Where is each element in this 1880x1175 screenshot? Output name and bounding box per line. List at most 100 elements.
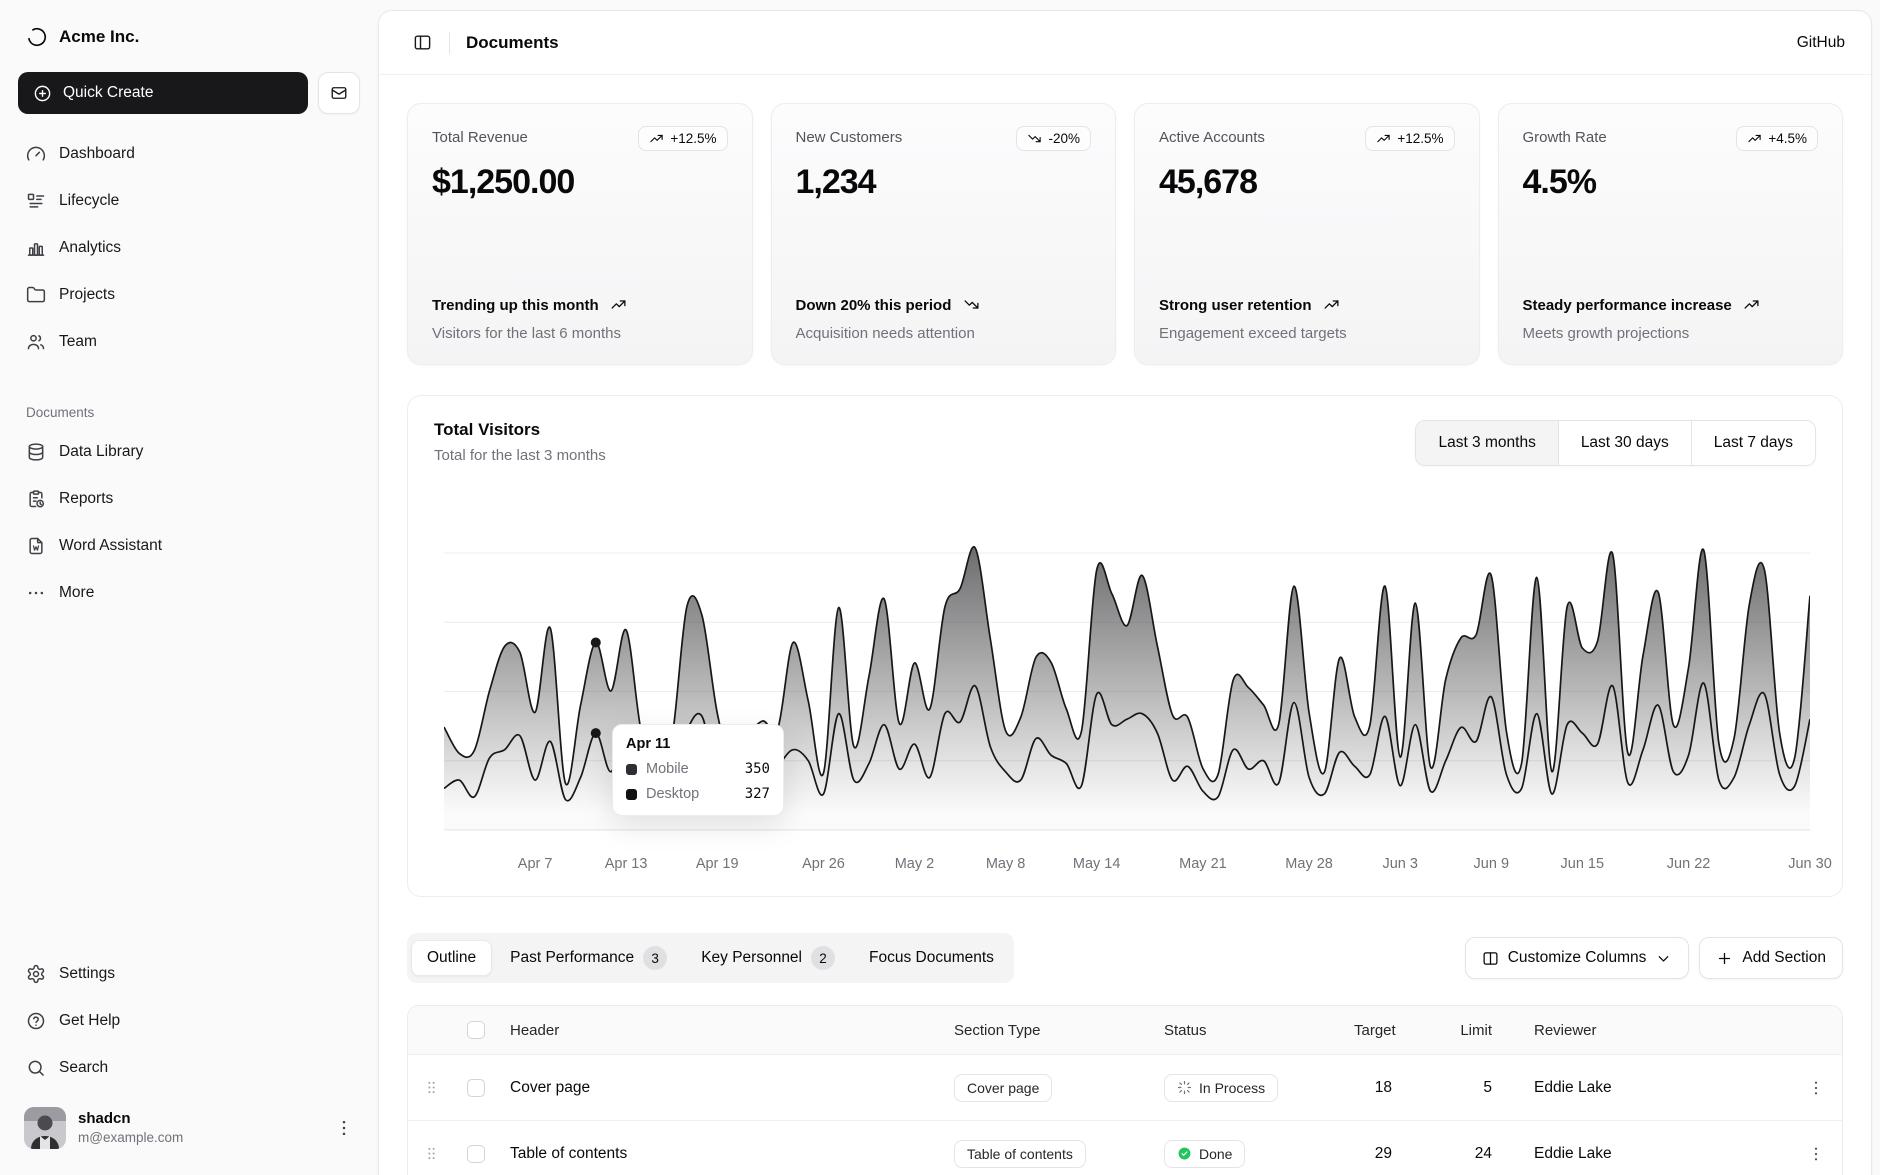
search-icon: [26, 1058, 46, 1078]
column-header[interactable]: Limit: [1422, 1022, 1522, 1039]
stat-card-growth-rate: Growth Rate+4.5%4.5%Steady performance i…: [1498, 103, 1844, 365]
sidebar-item-projects[interactable]: Projects: [16, 271, 362, 318]
row-reviewer[interactable]: Eddie Lake: [1522, 1079, 1790, 1097]
inbox-button[interactable]: [318, 72, 360, 114]
x-axis-tick: Jun 9: [1474, 856, 1509, 872]
row-menu-icon[interactable]: [1790, 1079, 1842, 1097]
sidebar-item-reports[interactable]: Reports: [16, 475, 362, 522]
chevron-down-icon: [1655, 950, 1672, 967]
x-axis-tick: Apr 7: [518, 856, 553, 872]
tabs-row: OutlinePast Performance3Key Personnel2Fo…: [407, 933, 1843, 983]
row-header[interactable]: Table of contents: [498, 1145, 942, 1163]
trend-down-icon: [1027, 131, 1042, 146]
select-all-checkbox[interactable]: [467, 1021, 485, 1039]
row-target[interactable]: 18: [1342, 1079, 1422, 1097]
add-section-button[interactable]: Add Section: [1699, 937, 1843, 979]
sidebar-item-analytics[interactable]: Analytics: [16, 224, 362, 271]
user-options-icon[interactable]: [334, 1118, 354, 1138]
tab-outline[interactable]: Outline: [411, 940, 492, 976]
x-axis-tick: May 8: [986, 856, 1026, 872]
stat-card-value: 1,234: [796, 163, 1092, 202]
x-axis-tick: Apr 13: [605, 856, 648, 872]
org-switcher[interactable]: Acme Inc.: [16, 18, 362, 56]
sidebar-item-search[interactable]: Search: [16, 1044, 362, 1091]
range-option-last-30-days[interactable]: Last 30 days: [1558, 421, 1691, 465]
tab-focus-documents[interactable]: Focus Documents: [853, 940, 1010, 976]
drag-handle-icon[interactable]: [408, 1079, 454, 1096]
trend-up-icon: [1376, 131, 1391, 146]
area-chart-plot[interactable]: Apr 11 Mobile350Desktop327: [444, 498, 1810, 846]
user-name: shadcn: [78, 1109, 322, 1129]
stat-card-footer-desc: Acquisition needs attention: [796, 325, 1092, 342]
tooltip-row: Mobile350: [626, 761, 770, 777]
row-header[interactable]: Cover page: [498, 1079, 942, 1097]
row-target[interactable]: 29: [1342, 1145, 1422, 1163]
column-header[interactable]: Target: [1342, 1022, 1422, 1039]
analytics-icon: [26, 238, 46, 258]
row-checkbox[interactable]: [467, 1145, 485, 1163]
range-option-last-7-days[interactable]: Last 7 days: [1691, 421, 1815, 465]
stat-card-new-customers: New Customers-20%1,234Down 20% this peri…: [771, 103, 1117, 365]
section-type-badge: Cover page: [954, 1074, 1052, 1102]
sidebar-item-dashboard[interactable]: Dashboard: [16, 130, 362, 177]
sidebar-nav-documents: Data LibraryReportsWord AssistantMore: [16, 428, 362, 616]
drag-handle-icon[interactable]: [408, 1145, 454, 1162]
stat-card-footer-title: Strong user retention: [1159, 295, 1409, 318]
sidebar-item-data-library[interactable]: Data Library: [16, 428, 362, 475]
loader-icon: [1177, 1080, 1192, 1095]
column-header[interactable]: Section Type: [942, 1022, 1152, 1039]
x-axis-tick: May 14: [1073, 856, 1121, 872]
column-header[interactable]: Status: [1152, 1022, 1342, 1039]
x-axis-tick: Apr 26: [802, 856, 845, 872]
column-header[interactable]: Reviewer: [1522, 1022, 1790, 1039]
word-icon: [26, 536, 46, 556]
trend-up-icon: [649, 131, 664, 146]
sidebar-nav-secondary: SettingsGet HelpSearch: [16, 950, 362, 1091]
sidebar-item-settings[interactable]: Settings: [16, 950, 362, 997]
dashboard-icon: [26, 144, 46, 164]
plus-circle-icon: [33, 84, 52, 103]
stat-card-label: Active Accounts: [1159, 126, 1265, 146]
sidebar-item-more[interactable]: More: [16, 569, 362, 616]
column-header[interactable]: Header: [498, 1022, 942, 1039]
help-icon: [26, 1011, 46, 1031]
trend-badge: +4.5%: [1736, 126, 1818, 151]
user-email: m@example.com: [78, 1129, 322, 1147]
row-limit[interactable]: 24: [1422, 1145, 1522, 1163]
stat-card-footer-desc: Visitors for the last 6 months: [432, 325, 728, 342]
user-menu[interactable]: shadcn m@example.com: [16, 1099, 362, 1157]
stat-card-label: New Customers: [796, 126, 903, 146]
trend-up-icon: [1743, 296, 1760, 313]
trend-down-icon: [963, 296, 980, 313]
table-row[interactable]: Cover page Cover page In Process 185Eddie L…: [408, 1054, 1842, 1120]
acme-logo-icon: [26, 26, 48, 48]
row-reviewer[interactable]: Eddie Lake: [1522, 1145, 1790, 1163]
quick-create-button[interactable]: Quick Create: [18, 72, 308, 114]
sidebar-item-get-help[interactable]: Get Help: [16, 997, 362, 1044]
tab-key-personnel[interactable]: Key Personnel2: [685, 937, 851, 979]
tab-past-performance[interactable]: Past Performance3: [494, 937, 683, 979]
gear-icon: [26, 964, 46, 984]
x-axis-tick: May 21: [1179, 856, 1227, 872]
ellipsis-icon: [26, 583, 46, 603]
table-header-row: HeaderSection TypeStatusTargetLimitRevie…: [408, 1006, 1842, 1054]
row-menu-icon[interactable]: [1790, 1145, 1842, 1163]
main-header: Documents GitHub: [379, 11, 1871, 75]
sidebar-toggle-button[interactable]: [405, 26, 439, 60]
row-checkbox[interactable]: [467, 1079, 485, 1097]
page-title: Documents: [466, 33, 559, 53]
sidebar-item-word-assistant[interactable]: Word Assistant: [16, 522, 362, 569]
range-option-last-3-months[interactable]: Last 3 months: [1416, 421, 1557, 465]
sidebar-item-lifecycle[interactable]: Lifecycle: [16, 177, 362, 224]
trend-badge: +12.5%: [1365, 126, 1454, 151]
trend-up-icon: [1747, 131, 1762, 146]
status-badge: In Process: [1164, 1074, 1278, 1102]
row-limit[interactable]: 5: [1422, 1079, 1522, 1097]
tooltip-row: Desktop327: [626, 786, 770, 802]
stat-card-footer-desc: Engagement exceed targets: [1159, 325, 1455, 342]
sidebar-section-label: Documents: [26, 405, 352, 420]
table-row[interactable]: Table of contentsTable of contentsDone29…: [408, 1120, 1842, 1175]
customize-columns-button[interactable]: Customize Columns: [1465, 937, 1690, 979]
sidebar-item-team[interactable]: Team: [16, 318, 362, 365]
github-link[interactable]: GitHub: [1797, 34, 1845, 52]
